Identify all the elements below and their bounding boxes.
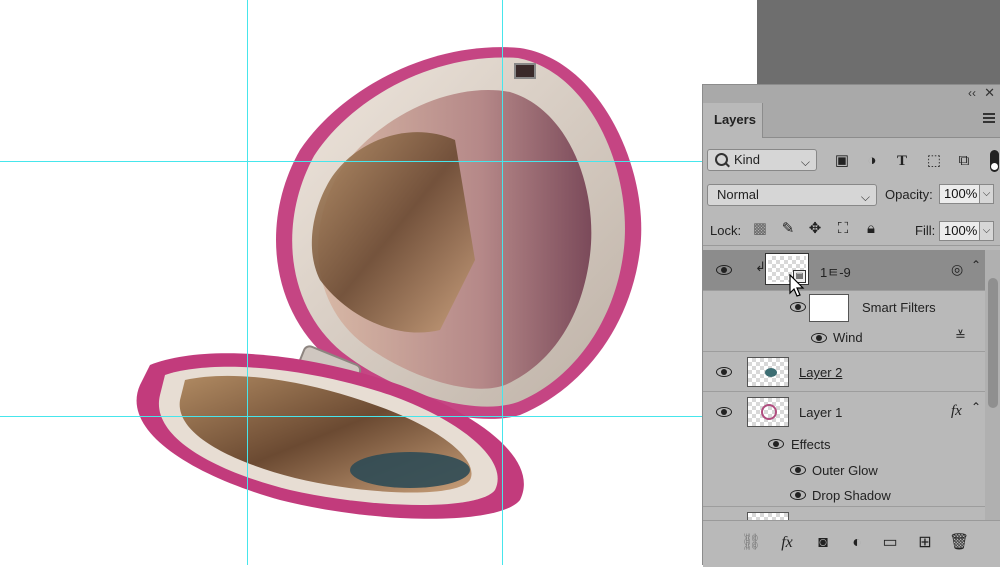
- layer-name[interactable]: 1ㅌ-9: [820, 262, 851, 281]
- visibility-eye-icon[interactable]: [716, 265, 732, 275]
- smart-filters-label: Smart Filters: [862, 300, 936, 315]
- effect-name[interactable]: Outer Glow: [812, 463, 878, 478]
- trash-icon[interactable]: 🗑︎: [949, 533, 969, 553]
- layer-thumbnail[interactable]: [747, 357, 789, 387]
- filter-name[interactable]: Wind: [833, 330, 863, 345]
- effects-row[interactable]: Effects: [703, 432, 985, 457]
- chevron-down-icon: ⌵: [860, 190, 870, 204]
- lock-brush-icon[interactable]: ✎: [779, 220, 797, 238]
- fill-label: Fill:: [915, 223, 936, 238]
- visibility-eye-icon[interactable]: [811, 333, 827, 343]
- visibility-eye-icon[interactable]: [790, 490, 806, 500]
- chevron-up-icon[interactable]: ⌃: [971, 258, 981, 272]
- panel-tab-bar: Layers: [703, 103, 1000, 138]
- fx-icon[interactable]: fx: [777, 533, 797, 553]
- layer-thumbnail[interactable]: [747, 512, 789, 520]
- visibility-eye-icon[interactable]: [790, 302, 806, 312]
- shape-filter-icon[interactable]: ⬚: [925, 152, 943, 170]
- filter-toggle[interactable]: [990, 150, 999, 172]
- search-icon: [715, 153, 728, 166]
- type-filter-icon[interactable]: T: [893, 152, 911, 170]
- lock-transparent-icon[interactable]: ▩: [751, 220, 769, 238]
- close-panel-button[interactable]: ✕: [984, 85, 995, 101]
- mask-icon[interactable]: ◙: [813, 533, 833, 553]
- visibility-eye-icon[interactable]: [768, 439, 784, 449]
- opacity-dropdown[interactable]: ⌵: [980, 184, 994, 204]
- folder-icon[interactable]: ▭: [880, 533, 900, 553]
- fill-dropdown[interactable]: ⌵: [980, 221, 994, 241]
- panel-menu-icon[interactable]: [983, 113, 995, 123]
- layers-panel: ‹‹ ✕ Layers Kind ⌵ ▣ ◑ T ⬚ ⧉ Normal ⌵ Op…: [702, 84, 1000, 567]
- blending-options-icon[interactable]: ≚: [955, 328, 966, 344]
- smart-filter-options-icon[interactable]: ◎: [951, 261, 963, 278]
- thumbnail-content: [765, 368, 777, 377]
- layer-row-smart-object[interactable]: ↲ ▤ 1ㅌ-9 ◎ ⌃: [703, 250, 985, 291]
- tab-layers[interactable]: Layers: [703, 103, 763, 138]
- horizontal-guide[interactable]: [0, 416, 757, 417]
- effects-fx-icon[interactable]: fx: [951, 403, 962, 420]
- smart-object-filter-icon[interactable]: ⧉: [955, 152, 973, 170]
- filter-kind-label: Kind: [734, 152, 761, 167]
- effects-label: Effects: [791, 437, 831, 452]
- layer-thumbnail[interactable]: [747, 397, 789, 427]
- lock-row: Lock: ▩ ✎ ✥ ⛶ 🔒︎ Fill: 100% ⌵: [703, 217, 1000, 246]
- smart-filters-row[interactable]: Smart Filters: [703, 291, 985, 322]
- effect-row-drop-shadow[interactable]: Drop Shadow: [703, 482, 985, 507]
- layer-row-partial[interactable]: [703, 507, 985, 520]
- lock-position-icon[interactable]: ✥: [806, 220, 824, 238]
- fill-field[interactable]: 100%: [939, 221, 980, 241]
- visibility-eye-icon[interactable]: [716, 367, 732, 377]
- image-filter-icon[interactable]: ▣: [833, 152, 851, 170]
- layer-row-layer-2[interactable]: Layer 2: [703, 352, 985, 392]
- chevron-down-icon: ⌵: [800, 155, 810, 169]
- link-icon[interactable]: ⛓: [741, 533, 761, 553]
- vertical-guide[interactable]: [502, 0, 503, 565]
- visibility-eye-icon[interactable]: [716, 407, 732, 417]
- mouse-cursor-icon: [789, 274, 805, 297]
- filter-row-wind[interactable]: Wind ≚: [703, 322, 985, 352]
- adjustment-icon[interactable]: ◐: [847, 533, 867, 553]
- blend-mode-select[interactable]: Normal ⌵: [707, 184, 877, 206]
- scrollbar-thumb[interactable]: [988, 278, 998, 408]
- blend-mode-value: Normal: [717, 187, 759, 202]
- lock-label: Lock:: [710, 223, 742, 238]
- filter-mask-thumbnail[interactable]: [809, 294, 849, 322]
- blend-row: Normal ⌵ Opacity: 100% ⌵: [703, 182, 1000, 208]
- chevron-up-icon[interactable]: ⌃: [971, 400, 981, 414]
- clipping-arrow-icon: ↲: [755, 259, 766, 274]
- effect-name[interactable]: Drop Shadow: [812, 488, 891, 503]
- horizontal-guide[interactable]: [0, 161, 757, 162]
- layer-name[interactable]: Layer 2: [799, 365, 842, 380]
- layers-bottom-toolbar: ⛓ fx ◙ ◐ ▭ ⊞ 🗑︎: [703, 520, 1000, 567]
- opacity-label: Opacity:: [885, 187, 933, 202]
- opacity-field[interactable]: 100%: [939, 184, 980, 204]
- lock-all-icon[interactable]: 🔒︎: [862, 220, 880, 238]
- vertical-guide[interactable]: [247, 0, 248, 565]
- compact-mirror-artwork: [136, 47, 642, 519]
- layers-list: ↲ ▤ 1ㅌ-9 ◎ ⌃ Smart Filters Wind ≚ Layer …: [703, 250, 985, 520]
- layer-name[interactable]: Layer 1: [799, 405, 842, 420]
- panel-title-bar[interactable]: ‹‹ ✕: [703, 85, 1000, 103]
- layer-row-layer-1[interactable]: Layer 1 fx ⌃: [703, 392, 985, 432]
- lock-artboard-icon[interactable]: ⛶: [834, 220, 852, 238]
- collapse-panel-button[interactable]: ‹‹: [968, 86, 976, 100]
- new-layer-icon[interactable]: ⊞: [915, 533, 935, 553]
- filter-kind-select[interactable]: Kind ⌵: [707, 149, 817, 171]
- effect-row-outer-glow[interactable]: Outer Glow: [703, 457, 985, 482]
- layers-scrollbar[interactable]: [985, 250, 1000, 520]
- adjustment-filter-icon[interactable]: ◑: [863, 152, 881, 170]
- layer-filter-row: Kind ⌵ ▣ ◑ T ⬚ ⧉: [703, 145, 1000, 175]
- visibility-eye-icon[interactable]: [790, 465, 806, 475]
- thumbnail-content: [761, 404, 777, 420]
